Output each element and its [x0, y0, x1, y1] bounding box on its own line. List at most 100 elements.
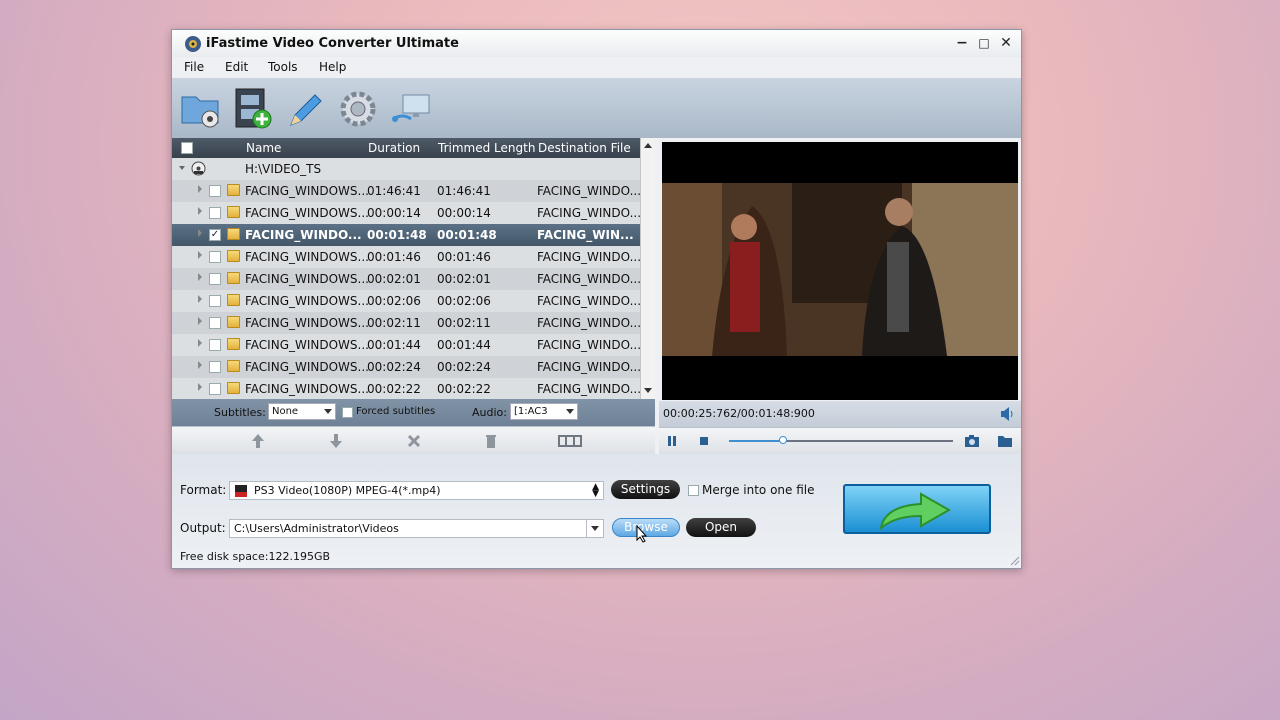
- seek-thumb[interactable]: [778, 436, 787, 444]
- column-duration[interactable]: Duration: [368, 141, 420, 155]
- file-list: Name Duration Trimmed Length Destination…: [172, 138, 655, 399]
- table-row[interactable]: FACING_WINDOWS... 00:01:44 00:01:44 FACING_…: [172, 334, 642, 356]
- expand-arrow-icon[interactable]: [198, 339, 202, 347]
- video-file-icon: [227, 206, 240, 218]
- expand-arrow-icon[interactable]: [198, 317, 202, 325]
- table-row[interactable]: FACING_WINDOWS... 01:46:41 01:46:41 FACING_…: [172, 180, 641, 202]
- scroll-thumb[interactable]: [643, 168, 653, 318]
- open-button[interactable]: Open: [686, 518, 756, 537]
- row-checkbox[interactable]: [209, 273, 221, 285]
- row-checkbox[interactable]: [209, 317, 221, 329]
- move-up-icon[interactable]: [249, 432, 267, 450]
- menu-edit[interactable]: Edit: [225, 60, 248, 74]
- output-dropdown-button[interactable]: [586, 520, 603, 537]
- merge-clips-icon[interactable]: [558, 432, 582, 450]
- pause-icon[interactable]: [666, 435, 678, 447]
- playback-time: 00:00:25:762/00:01:48:900: [663, 407, 815, 420]
- row-destination: FACING_WINDO...: [537, 250, 642, 264]
- row-checkbox[interactable]: [209, 383, 221, 395]
- expand-arrow-icon[interactable]: [198, 383, 202, 391]
- row-trimmed-length: 00:02:24: [437, 360, 491, 374]
- menu-file[interactable]: File: [184, 60, 204, 74]
- row-checkbox[interactable]: [209, 185, 221, 197]
- add-folder-icon[interactable]: [178, 87, 222, 131]
- row-checkbox[interactable]: [209, 251, 221, 263]
- output-path-field[interactable]: C:\Users\Administrator\Videos: [229, 519, 604, 538]
- table-row[interactable]: ✓ FACING_WINDO... 00:01:48 00:01:48 FACING_W…: [172, 224, 640, 246]
- subtitles-value: None: [272, 406, 299, 417]
- row-checkbox[interactable]: [209, 339, 221, 351]
- stop-icon[interactable]: [699, 436, 709, 446]
- table-row[interactable]: FACING_WINDOWS... 00:00:14 00:00:14 FACING_…: [172, 202, 641, 224]
- forced-subtitles-checkbox[interactable]: [342, 407, 353, 418]
- row-checkbox[interactable]: ✓: [209, 229, 221, 241]
- open-folder-icon[interactable]: [997, 434, 1013, 448]
- table-row[interactable]: FACING_WINDOWS... 00:01:46 00:01:46 FACING_…: [172, 246, 642, 268]
- format-select[interactable]: PS3 Video(1080P) MPEG-4(*.mp4) ▲ ▼: [229, 481, 604, 500]
- video-preview[interactable]: [662, 142, 1018, 400]
- settings-gear-icon[interactable]: [336, 87, 380, 131]
- volume-icon[interactable]: [999, 407, 1015, 421]
- column-destination-file[interactable]: Destination File: [538, 141, 631, 155]
- table-row[interactable]: FACING_WINDOWS... 00:02:06 00:02:06 FACING_…: [172, 290, 641, 312]
- row-name: FACING_WINDOWS...: [245, 338, 369, 352]
- chevron-down-icon: [566, 409, 574, 414]
- merge-checkbox[interactable]: [688, 485, 699, 496]
- row-destination: FACING_WINDO...: [537, 272, 642, 286]
- table-row[interactable]: FACING_WINDOWS... 00:02:01 00:02:01 FACING_…: [172, 268, 642, 290]
- audio-select[interactable]: [1:AC3: [510, 403, 578, 420]
- expand-arrow-icon[interactable]: [198, 185, 202, 193]
- convert-arrow-icon: [879, 492, 952, 530]
- row-trimmed-length: 00:01:44: [437, 338, 491, 352]
- edit-icon[interactable]: [283, 87, 327, 131]
- seek-track[interactable]: [729, 436, 953, 444]
- maximize-button[interactable]: □: [974, 33, 994, 53]
- row-destination: FACING_WINDO...: [537, 338, 642, 352]
- network-icon[interactable]: [389, 87, 433, 131]
- convert-button[interactable]: [843, 484, 991, 534]
- list-header: Name Duration Trimmed Length Destination…: [172, 138, 640, 158]
- camera-snapshot-icon[interactable]: [964, 434, 980, 448]
- row-duration: 00:02:01: [367, 272, 421, 286]
- remove-icon[interactable]: [405, 432, 423, 450]
- video-file-icon: [227, 316, 240, 328]
- menu-help[interactable]: Help: [319, 60, 346, 74]
- select-all-checkbox[interactable]: [181, 142, 193, 154]
- column-trimmed-length[interactable]: Trimmed Length: [438, 141, 535, 155]
- scroll-up-icon[interactable]: [644, 143, 652, 148]
- table-row[interactable]: FACING_WINDOWS... 00:02:22 00:02:22 FACING_…: [172, 378, 641, 399]
- subtitles-bar: Subtitles: None Forced subtitles Audio: …: [172, 399, 655, 426]
- expand-arrow-icon[interactable]: [198, 295, 202, 303]
- row-checkbox[interactable]: [209, 207, 221, 219]
- collapse-arrow-icon[interactable]: [179, 166, 185, 170]
- expand-arrow-icon[interactable]: [198, 251, 202, 259]
- scroll-down-icon[interactable]: [644, 388, 652, 393]
- expand-arrow-icon[interactable]: [198, 229, 202, 237]
- subtitles-select[interactable]: None: [268, 403, 336, 420]
- close-button[interactable]: ✕: [996, 33, 1016, 53]
- row-trimmed-length: 00:02:22: [437, 382, 491, 396]
- move-down-icon[interactable]: [327, 432, 345, 450]
- expand-arrow-icon[interactable]: [198, 361, 202, 369]
- resize-grip-icon[interactable]: [1010, 556, 1020, 566]
- table-row[interactable]: FACING_WINDOWS... 00:02:24 00:02:24 FACING_…: [172, 356, 641, 378]
- menu-tools[interactable]: Tools: [268, 60, 298, 74]
- list-scrollbar[interactable]: [640, 138, 655, 399]
- list-edit-bar: [172, 426, 655, 454]
- settings-button[interactable]: Settings: [611, 480, 680, 499]
- forced-subtitles-label: Forced subtitles: [356, 406, 436, 417]
- add-video-icon[interactable]: [230, 87, 274, 131]
- column-name[interactable]: Name: [246, 141, 281, 155]
- row-checkbox[interactable]: [209, 295, 221, 307]
- row-duration: 00:02:11: [367, 316, 421, 330]
- table-row[interactable]: FACING_WINDOWS... 00:02:11 00:02:11 FACING_…: [172, 312, 641, 334]
- checkmark-icon: ✓: [210, 229, 220, 240]
- minimize-button[interactable]: −: [952, 33, 972, 53]
- root-folder-row[interactable]: H:\VIDEO_TS: [172, 158, 640, 180]
- expand-arrow-icon[interactable]: [198, 207, 202, 215]
- row-name: FACING_WINDO...: [245, 228, 362, 242]
- trash-icon[interactable]: [482, 432, 500, 450]
- row-checkbox[interactable]: [209, 361, 221, 373]
- chevron-down-icon: [591, 526, 599, 531]
- expand-arrow-icon[interactable]: [198, 273, 202, 281]
